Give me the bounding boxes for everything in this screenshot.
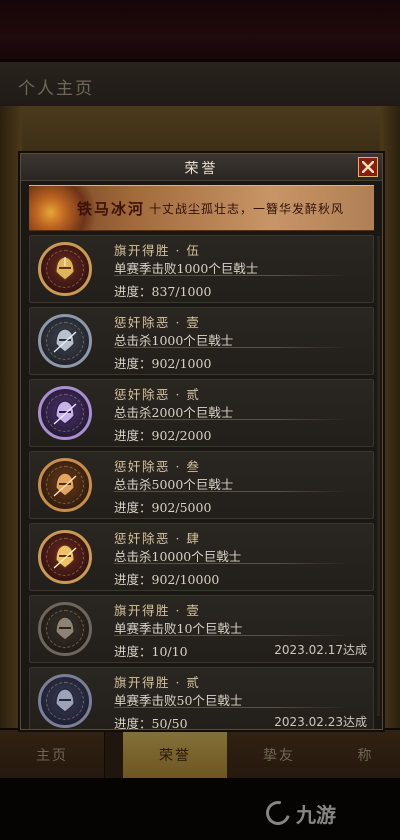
banner-title-name: 铁马冰河 [77, 200, 146, 218]
progress-value: 902/10000 [151, 572, 220, 587]
achievement-date: 2023.02.17达成 [274, 643, 367, 657]
banner-verse: 十丈战尘孤壮志，一簪华发醉秋风 [149, 202, 345, 216]
achievement-date: 2023.02.23达成 [274, 715, 367, 729]
helmet-medal-icon [38, 386, 92, 440]
achievement-progress: 进度：902/2000 [114, 425, 211, 444]
divider [114, 419, 346, 420]
progress-prefix: 进度： [114, 356, 152, 371]
achievement-item[interactable]: 旗开得胜 · 贰 单赛季击败50个巨戟士 进度：50/50 2023.02.23… [29, 667, 374, 730]
achievement-item[interactable]: 旗开得胜 · 伍 单赛季击败1000个巨戟士 进度：837/1000 [29, 235, 374, 303]
progress-value: 902/2000 [151, 428, 212, 443]
helmet-medal-icon [38, 674, 92, 728]
progress-value: 837/1000 [151, 284, 212, 299]
title-banner: 铁马冰河 十丈战尘孤壮志，一簪华发醉秋风 [29, 185, 374, 231]
progress-prefix: 进度： [114, 500, 152, 515]
dialog-header: 荣誉 [21, 154, 382, 181]
progress-prefix: 进度： [114, 716, 152, 730]
divider [114, 275, 346, 276]
honor-dialog: 荣誉 铁马冰河 十丈战尘孤壮志，一簪华发醉秋风 旗开得胜 · 伍 单赛季击败10… [20, 153, 383, 730]
achievement-title: 旗开得胜 · 伍 [114, 243, 201, 258]
divider [114, 635, 346, 636]
achievement-item[interactable]: 惩奸除恶 · 叁 总击杀5000个巨戟士 进度：902/5000 [29, 451, 374, 519]
achievement-progress: 进度：837/1000 [114, 281, 211, 300]
divider [114, 707, 346, 708]
helmet-medal-icon [38, 458, 92, 512]
achievement-item[interactable]: 旗开得胜 · 壹 单赛季击败10个巨戟士 进度：10/10 2023.02.17… [29, 595, 374, 663]
progress-value: 902/1000 [151, 356, 212, 371]
achievement-title: 惩奸除恶 · 壹 [114, 315, 201, 330]
achievement-progress: 进度：50/50 [114, 713, 188, 730]
progress-prefix: 进度： [114, 284, 152, 299]
progress-prefix: 进度： [114, 572, 152, 587]
achievement-item[interactable]: 惩奸除恶 · 肆 总击杀10000个巨戟士 进度：902/10000 [29, 523, 374, 591]
helmet-medal-icon [38, 314, 92, 368]
progress-value: 50/50 [151, 716, 188, 730]
achievement-title: 惩奸除恶 · 叁 [114, 459, 201, 474]
close-icon [362, 161, 374, 173]
achievement-progress: 进度：10/10 [114, 641, 188, 660]
achievement-title: 惩奸除恶 · 肆 [114, 531, 201, 546]
progress-value: 10/10 [151, 644, 188, 659]
divider [114, 347, 346, 348]
achievement-item[interactable]: 惩奸除恶 · 壹 总击杀1000个巨戟士 进度：902/1000 [29, 307, 374, 375]
helmet-medal-icon [38, 242, 92, 296]
divider [114, 491, 346, 492]
achievement-progress: 进度：902/1000 [114, 353, 211, 372]
helmet-medal-icon [38, 602, 92, 656]
progress-value: 902/5000 [151, 500, 212, 515]
achievement-progress: 进度：902/5000 [114, 497, 211, 516]
dialog-title: 荣誉 [184, 161, 219, 177]
achievement-item[interactable]: 惩奸除恶 · 贰 总击杀2000个巨戟士 进度：902/2000 [29, 379, 374, 447]
progress-prefix: 进度： [114, 644, 152, 659]
achievement-title: 惩奸除恶 · 贰 [114, 387, 201, 402]
achievement-progress: 进度：902/10000 [114, 569, 219, 588]
achievement-title: 旗开得胜 · 贰 [114, 675, 201, 690]
scrollbar[interactable] [377, 236, 380, 716]
helmet-medal-icon [38, 530, 92, 584]
achievement-title: 旗开得胜 · 壹 [114, 603, 201, 618]
divider [114, 563, 346, 564]
progress-prefix: 进度： [114, 428, 152, 443]
close-button[interactable] [358, 157, 378, 177]
